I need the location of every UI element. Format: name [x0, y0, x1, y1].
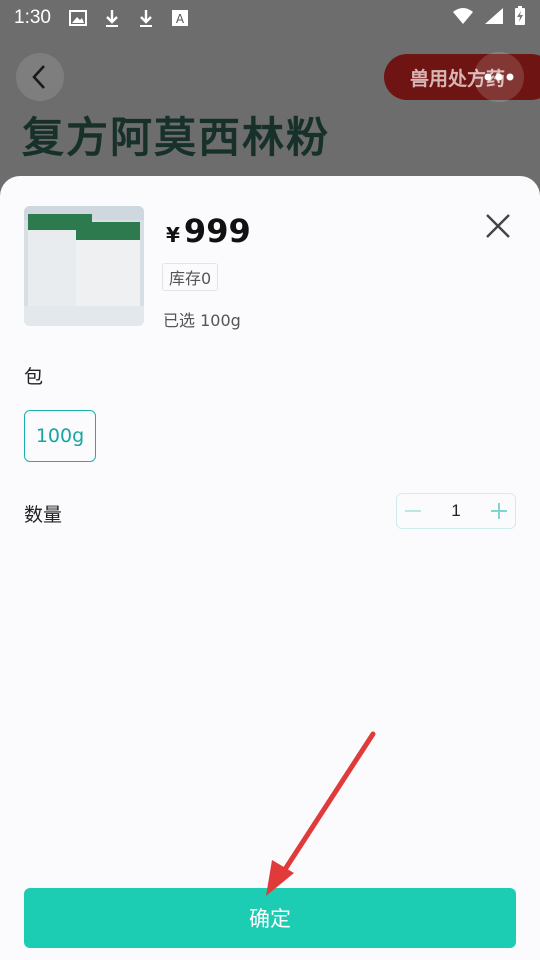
- price-value: 999: [183, 212, 251, 250]
- quantity-label: 数量: [24, 504, 63, 526]
- status-indicators: [452, 5, 526, 31]
- increase-button[interactable]: [483, 495, 515, 527]
- back-button[interactable]: [16, 53, 64, 101]
- minus-icon: [405, 510, 421, 512]
- battery-icon: [514, 5, 526, 31]
- currency-symbol: ¥: [166, 223, 180, 247]
- quantity-value[interactable]: 1: [429, 501, 483, 521]
- stock-text: 库存0: [169, 269, 212, 288]
- svg-text:A: A: [176, 12, 185, 26]
- quantity-stepper: 1: [396, 493, 516, 529]
- product-hero-title: 复方阿莫西林粉: [22, 113, 331, 162]
- plus-icon: [491, 503, 507, 519]
- decrease-button[interactable]: [397, 495, 429, 527]
- more-button[interactable]: [474, 52, 524, 102]
- close-icon: [486, 214, 510, 238]
- download-icon: [101, 7, 123, 29]
- confirm-button-label: 确定: [249, 907, 291, 931]
- download-icon: [135, 7, 157, 29]
- status-time: 1:30: [14, 7, 51, 28]
- spec-group-label: 包: [24, 366, 44, 388]
- price: ¥ 999: [166, 212, 251, 250]
- chevron-left-icon: [32, 65, 45, 89]
- spec-option-label: 100g: [35, 425, 85, 447]
- selected-spec-text: 已选 100g: [163, 311, 241, 330]
- more-dots-icon: [484, 73, 514, 81]
- sku-selection-sheet: ¥ 999 库存0 已选 100g 包 100g 数量 1 确定: [0, 176, 540, 960]
- spec-option-100g[interactable]: 100g: [24, 410, 96, 462]
- signal-icon: [484, 7, 504, 30]
- close-button[interactable]: [476, 204, 520, 248]
- wifi-icon: [452, 7, 474, 30]
- image-notification-icon: [67, 7, 89, 29]
- stock-badge: 库存0: [162, 263, 219, 291]
- confirm-button[interactable]: 确定: [24, 888, 516, 948]
- status-bar: 1:30 A: [0, 0, 540, 36]
- product-thumbnail: [24, 206, 144, 326]
- font-notification-icon: A: [169, 7, 191, 29]
